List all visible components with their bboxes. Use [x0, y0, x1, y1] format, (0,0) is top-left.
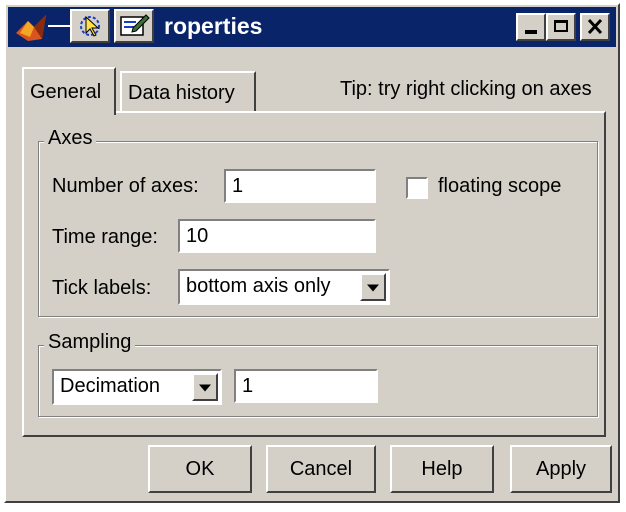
sampling-group-label: Sampling [44, 331, 136, 354]
maximize-icon [554, 20, 568, 32]
tick-labels-select[interactable]: bottom axis only [178, 269, 390, 305]
title-bar[interactable]: roperties [8, 7, 616, 47]
edit-icon [120, 14, 150, 36]
floating-scope-checkbox[interactable] [406, 177, 428, 199]
time-range-label: Time range: [52, 226, 158, 248]
time-range-input[interactable]: 10 [178, 219, 376, 253]
pointer-cursor-icon [80, 15, 100, 37]
close-icon [587, 18, 603, 35]
tab-panel-general: Axes Number of axes: 1 floating scope Ti… [22, 111, 606, 437]
tab-general-label: General [30, 81, 102, 103]
close-button[interactable] [580, 13, 610, 41]
tab-data-history[interactable]: Data history [120, 71, 256, 111]
sampling-mode-value: Decimation [60, 375, 161, 397]
axes-group-label: Axes [44, 127, 97, 150]
apply-button[interactable]: Apply [510, 445, 612, 493]
chevron-down-icon[interactable] [360, 273, 386, 301]
minimize-icon [525, 30, 537, 34]
cancel-button[interactable]: Cancel [266, 445, 376, 493]
pointer-cursor-button[interactable] [70, 9, 110, 43]
properties-dialog: roperties General Data history Tip: try … [4, 3, 620, 503]
toolbar-separator [48, 25, 70, 27]
maximize-button[interactable] [546, 13, 576, 41]
tick-labels-value: bottom axis only [186, 275, 331, 297]
sampling-factor-input[interactable]: 1 [234, 369, 378, 403]
tab-data-history-label: Data history [128, 82, 235, 104]
floating-scope-label: floating scope [438, 175, 562, 197]
chevron-down-icon[interactable] [192, 373, 218, 401]
matlab-icon[interactable] [14, 11, 48, 43]
tab-general[interactable]: General [22, 67, 116, 115]
sampling-mode-select[interactable]: Decimation [52, 369, 222, 405]
number-of-axes-label: Number of axes: [52, 175, 199, 197]
tip-text: Tip: try right clicking on axes [340, 78, 592, 100]
edit-button[interactable] [114, 9, 154, 43]
tick-labels-label: Tick labels: [52, 277, 152, 299]
number-of-axes-input[interactable]: 1 [224, 169, 376, 203]
ok-button[interactable]: OK [148, 445, 252, 493]
help-button[interactable]: Help [390, 445, 494, 493]
minimize-button[interactable] [516, 13, 546, 41]
window-title: roperties [164, 13, 263, 39]
